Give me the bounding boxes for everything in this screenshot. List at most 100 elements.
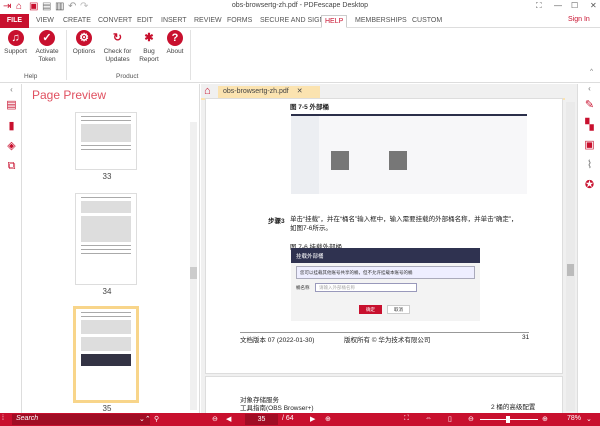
- tab-help[interactable]: HELP: [321, 15, 348, 28]
- search-options-icon[interactable]: ⌄⌃: [139, 415, 151, 423]
- document-area: ⌂ obs-browsertg-zh.pdf ✕ 图 7-5 外部桶 步骤3 单击…: [201, 84, 577, 416]
- check-updates-button[interactable]: ↻ Check for Updates: [100, 30, 135, 64]
- tab-convert[interactable]: CONVERT: [95, 15, 135, 28]
- single-page-icon[interactable]: ▯: [448, 415, 452, 423]
- certificate-icon[interactable]: ✪: [583, 178, 596, 191]
- zoom-in-button[interactable]: ⊕: [542, 415, 548, 423]
- group-label-product: Product: [116, 73, 139, 80]
- panel-title: Page Preview: [32, 88, 107, 102]
- close-button[interactable]: ✕: [590, 1, 597, 10]
- zoom-dropdown-icon[interactable]: ⌄: [586, 415, 592, 423]
- tab-edit[interactable]: EDIT: [134, 15, 156, 28]
- collapse-icon[interactable]: ‹: [583, 84, 596, 93]
- about-button[interactable]: ? About: [163, 30, 187, 56]
- tab-memberships[interactable]: MEMBERSHIPS: [352, 15, 410, 28]
- about-label: About: [166, 48, 184, 55]
- zoom-out-button[interactable]: ⊖: [468, 415, 474, 423]
- bug-report-button[interactable]: ✱ Bug Report: [137, 30, 161, 64]
- tab-forms[interactable]: FORMS: [224, 15, 255, 28]
- collapse-ribbon-icon[interactable]: ^: [590, 68, 593, 75]
- header-right: 2 桶的高级配置: [491, 404, 536, 411]
- page-thumbnail[interactable]: [75, 112, 137, 170]
- title-bar: ⇥ ⌂ ▣ ▤ ▥ ↶ ↷ obs-browsertg-zh.pdf - PDF…: [0, 0, 600, 13]
- activate-token-button[interactable]: ✓ Activate Token: [32, 30, 62, 64]
- window-title: obs-browsertg-zh.pdf - PDFescape Desktop: [231, 2, 369, 9]
- options-button[interactable]: ⚙ Options: [70, 30, 98, 56]
- divider: [190, 30, 191, 80]
- binoculars-icon[interactable]: ▚: [583, 118, 596, 131]
- sign-in-link[interactable]: Sign In: [565, 14, 593, 27]
- comment-icon[interactable]: ▣: [583, 138, 596, 151]
- bug-icon: ✱: [144, 32, 154, 44]
- page-number-input[interactable]: 35: [245, 414, 278, 425]
- document-scrollbar[interactable]: [566, 102, 575, 411]
- search-placeholder: Search: [16, 415, 39, 422]
- maximize-button[interactable]: ☐: [571, 1, 578, 10]
- fit-page-icon[interactable]: ⛶: [404, 415, 409, 423]
- page-thumbnail-selected[interactable]: [73, 306, 139, 403]
- activate-token-label: Activate Token: [35, 48, 59, 63]
- status-bar: ⁞ Search ⌄⌃ ⚲ ⊖ ◀ 35 / 64 ▶ ⊕ ⛶ ⇔ ▯ ⊖ ⊕ …: [0, 413, 600, 426]
- document-tab-label: obs-browsertg-zh.pdf: [223, 88, 289, 95]
- pages-icon[interactable]: ⧉: [5, 160, 18, 172]
- group-label-help: Help: [24, 73, 38, 80]
- search-input[interactable]: Search: [12, 414, 150, 425]
- gear-icon: ⚙: [76, 30, 92, 46]
- check-updates-label: Check for Updates: [103, 48, 132, 63]
- cancel-button: 取消: [387, 305, 410, 314]
- dialog-info: 您可以挂载其他账号共享的桶，但不允许挂载本账号的桶: [296, 266, 475, 279]
- question-icon: ?: [167, 30, 183, 46]
- key-check-icon: ✓: [39, 30, 55, 46]
- right-toolbar: ‹ ✎ ▚ ▣ ⌇ ✪: [577, 84, 600, 413]
- minimize-button[interactable]: —: [554, 1, 562, 10]
- last-page-button[interactable]: ⊕: [325, 415, 331, 423]
- attachment-icon[interactable]: ⌇: [583, 158, 596, 171]
- layers-icon[interactable]: ◈: [5, 140, 18, 152]
- fullscreen-icon[interactable]: ⛶: [536, 1, 542, 11]
- divider: [66, 30, 67, 80]
- step-text: 单击“挂载”，并在“桶名”输入框中，输入需要挂载的外部桶名称，并单击“确定”，如…: [290, 216, 518, 232]
- tab-insert[interactable]: INSERT: [158, 15, 190, 28]
- next-page-button[interactable]: ▶: [310, 415, 315, 423]
- bookmark-icon[interactable]: ▮: [5, 120, 18, 132]
- bucket-name-input: 请输入外部桶名称: [315, 283, 417, 292]
- figure-screenshot: [291, 114, 527, 194]
- tab-create[interactable]: CREATE: [60, 15, 94, 28]
- tab-secure-and-sign[interactable]: SECURE AND SIGN: [257, 15, 328, 28]
- ribbon: ♫ Support ✓ Activate Token ⚙ Options ↻ Check…: [0, 28, 600, 83]
- support-label: Support: [4, 48, 27, 55]
- prev-page-button[interactable]: ◀: [226, 415, 231, 423]
- preview-scrollbar[interactable]: [190, 122, 197, 410]
- document-tab[interactable]: obs-browsertg-zh.pdf ✕: [218, 86, 320, 98]
- footer-page: 31: [522, 334, 530, 341]
- options-label: Options: [72, 48, 96, 55]
- page-total: / 64: [282, 415, 294, 422]
- tab-review[interactable]: REVIEW: [191, 15, 225, 28]
- pdf-page: 对象存储服务 工具指南(OBS Browser+) 2 桶的高级配置: [205, 376, 563, 416]
- pdf-page: 图 7-5 外部桶 步骤3 单击“挂载”，并在“桶名”输入框中，输入需要挂载的外…: [205, 98, 563, 374]
- page-thumbnail[interactable]: [75, 193, 137, 285]
- fit-width-icon[interactable]: ⇔: [425, 415, 432, 422]
- first-page-button[interactable]: ⊖: [212, 415, 218, 423]
- wrench-icon[interactable]: ✎: [583, 98, 596, 111]
- field-label: 桶名称: [296, 285, 310, 290]
- zoom-level[interactable]: 78%: [567, 415, 581, 422]
- footer-version: 文档版本 07 (2022-01-30): [240, 337, 315, 344]
- tab-custom[interactable]: CUSTOM: [409, 15, 445, 28]
- tab-view[interactable]: VIEW: [33, 15, 57, 28]
- collapse-icon[interactable]: ‹: [5, 84, 18, 96]
- tab-file[interactable]: FILE: [0, 14, 29, 28]
- footer-rule: [240, 332, 529, 333]
- page-number: 34: [102, 287, 112, 296]
- footer-copyright: 版权所有 © 华为技术有限公司: [344, 337, 431, 344]
- page-number: 35: [102, 404, 112, 413]
- zoom-slider[interactable]: [480, 416, 538, 423]
- close-tab-icon[interactable]: ✕: [297, 88, 303, 95]
- support-button[interactable]: ♫ Support: [2, 30, 29, 56]
- ok-button: 确定: [359, 305, 382, 314]
- figure-caption: 图 7-5 外部桶: [290, 104, 330, 111]
- headset-icon: ♫: [7, 30, 24, 46]
- page-preview-icon[interactable]: ▤: [5, 99, 18, 111]
- home-tab-icon[interactable]: ⌂: [204, 85, 211, 97]
- search-icon[interactable]: ⚲: [154, 415, 159, 423]
